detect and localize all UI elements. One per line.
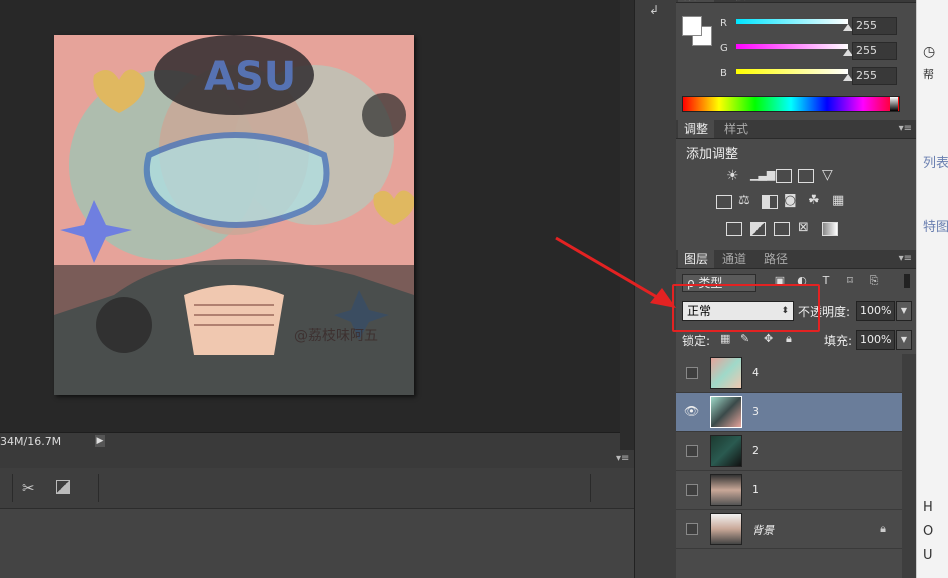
annotation-highlight-box: [672, 284, 820, 332]
annotation-arrow-line: [555, 236, 663, 302]
